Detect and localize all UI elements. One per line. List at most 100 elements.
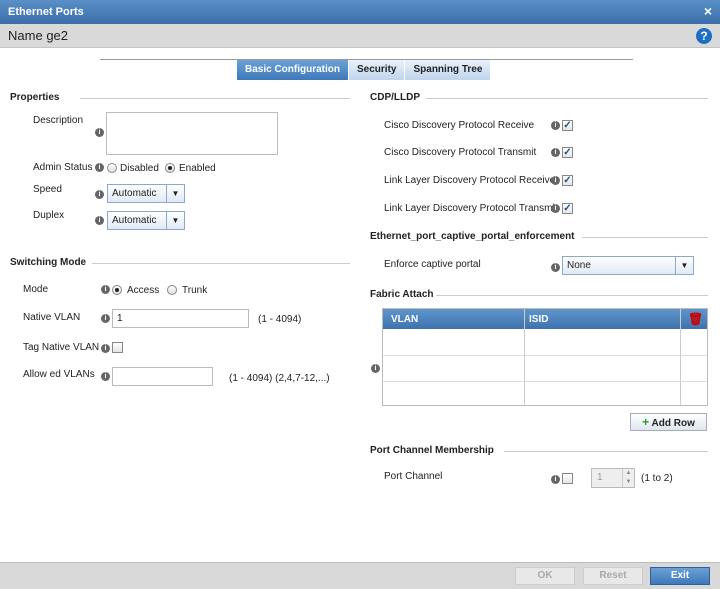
switching-mode-heading: Switching Mode (10, 257, 350, 268)
native-vlan-input[interactable]: 1 (112, 309, 249, 328)
ok-button[interactable]: OK (515, 567, 575, 585)
name-label: Name (8, 28, 43, 43)
enforce-captive-value: None (567, 260, 591, 271)
help-icon[interactable]: ? (696, 28, 712, 44)
tag-native-vlan-label: Tag Native VLAN (23, 342, 100, 353)
cdp-receive-checkbox[interactable]: ✓ (562, 120, 573, 131)
exit-button[interactable]: Exit (650, 567, 710, 585)
mode-label: Mode (23, 284, 49, 295)
info-icon: i (551, 121, 560, 130)
speed-label: Speed (33, 184, 62, 195)
info-icon: i (551, 263, 560, 272)
enforce-captive-label: Enforce captive portal (384, 259, 481, 270)
cdp-receive-label: Cisco Discovery Protocol Receive (384, 120, 535, 131)
speed-value: Automatic (112, 188, 157, 199)
divider (80, 98, 350, 99)
chevron-down-icon[interactable]: ▼ (622, 478, 634, 487)
footer-bar: OK Reset Exit (0, 562, 720, 589)
mode-trunk-radio[interactable] (167, 285, 177, 295)
divider (504, 451, 708, 452)
window-titlebar: Ethernet Ports × (0, 0, 720, 24)
enforce-captive-select[interactable]: None ▼ (562, 256, 694, 275)
chevron-down-icon: ▼ (166, 185, 184, 202)
admin-disabled-radio[interactable] (107, 163, 117, 173)
info-icon: i (101, 314, 110, 323)
port-channel-value: 1 (597, 472, 603, 483)
column-divider (680, 309, 681, 405)
info-icon: i (95, 128, 104, 137)
tab-spanning-tree[interactable]: Spanning Tree (405, 60, 492, 80)
info-icon: i (551, 176, 560, 185)
plus-icon: + (642, 415, 650, 429)
info-icon: i (371, 364, 380, 373)
lldp-transmit-checkbox[interactable]: ✓ (562, 203, 573, 214)
port-channel-heading-text: Port Channel Membership (370, 445, 494, 456)
info-icon: i (551, 148, 560, 157)
info-icon: i (101, 344, 110, 353)
native-vlan-label: Native VLAN (23, 312, 81, 323)
cdp-transmit-label: Cisco Discovery Protocol Transmit (384, 147, 537, 158)
switching-mode-heading-text: Switching Mode (10, 257, 87, 268)
admin-enabled-label: Enabled (179, 163, 216, 174)
cdp-lldp-heading-text: CDP/LLDP (370, 92, 420, 103)
close-icon[interactable]: × (704, 3, 712, 19)
tab-security[interactable]: Security (349, 60, 406, 80)
captive-portal-heading: Ethernet_port_captive_portal_enforcement (370, 231, 710, 242)
port-channel-range: (1 to 2) (641, 473, 673, 484)
port-channel-stepper[interactable]: 1 ▲ ▼ (591, 468, 635, 488)
duplex-select[interactable]: Automatic ▼ (107, 211, 185, 230)
info-icon: i (101, 372, 110, 381)
info-icon: i (95, 163, 104, 172)
column-header-vlan: VLAN (391, 314, 419, 325)
info-icon: i (101, 285, 110, 294)
name-value: ge2 (46, 28, 69, 43)
info-icon: i (95, 190, 104, 199)
divider (426, 98, 708, 99)
mode-trunk-label: Trunk (182, 285, 208, 296)
reset-button[interactable]: Reset (583, 567, 643, 585)
admin-enabled-radio[interactable] (165, 163, 175, 173)
trash-icon[interactable]: 🗑 (688, 312, 703, 326)
chevron-up-icon[interactable]: ▲ (622, 469, 634, 478)
cdp-lldp-heading: CDP/LLDP (370, 92, 710, 103)
allowed-vlans-hint: (1 - 4094) (2,4,7-12,...) (229, 373, 330, 384)
add-row-label: Add Row (651, 418, 695, 429)
tab-bar: Basic Configuration Security Spanning Tr… (237, 60, 492, 80)
mode-access-radio[interactable] (112, 285, 122, 295)
description-textarea[interactable] (106, 112, 278, 155)
admin-status-label: Admin Status (33, 162, 93, 173)
add-row-button[interactable]: + Add Row (630, 413, 707, 431)
window-title: Ethernet Ports (8, 6, 84, 18)
name-bar: Name ge2 ? (0, 24, 720, 48)
mode-access-label: Access (127, 285, 160, 296)
info-icon: i (95, 216, 104, 225)
row-divider (383, 381, 707, 382)
row-divider (383, 355, 707, 356)
lldp-receive-checkbox[interactable]: ✓ (562, 175, 573, 186)
port-channel-checkbox[interactable] (562, 473, 573, 484)
tab-basic-configuration[interactable]: Basic Configuration (237, 60, 350, 80)
properties-heading: Properties (10, 92, 350, 103)
description-label: Description (33, 115, 84, 126)
duplex-label: Duplex (33, 210, 65, 221)
fabric-attach-table: VLAN ISID 🗑 (382, 308, 708, 406)
info-icon: i (551, 204, 560, 213)
tag-native-vlan-checkbox[interactable] (112, 342, 123, 353)
lldp-receive-label: Link Layer Discovery Protocol Receive (384, 175, 556, 186)
duplex-value: Automatic (112, 215, 157, 226)
divider (92, 263, 350, 264)
properties-heading-text: Properties (10, 92, 60, 103)
port-channel-heading: Port Channel Membership (370, 445, 710, 456)
allowed-vlans-input[interactable] (112, 367, 213, 386)
column-header-isid: ISID (529, 314, 549, 325)
cdp-transmit-checkbox[interactable]: ✓ (562, 147, 573, 158)
table-header: VLAN ISID 🗑 (383, 309, 707, 329)
native-vlan-range: (1 - 4094) (258, 314, 302, 325)
info-icon: i (551, 475, 560, 484)
speed-select[interactable]: Automatic ▼ (107, 184, 185, 203)
chevron-down-icon: ▼ (675, 257, 693, 274)
allowed-vlans-label: Allow ed VLANs (23, 369, 95, 380)
divider (582, 237, 708, 238)
fabric-attach-heading-text: Fabric Attach (370, 289, 434, 300)
captive-portal-heading-text: Ethernet_port_captive_portal_enforcement (370, 231, 575, 242)
